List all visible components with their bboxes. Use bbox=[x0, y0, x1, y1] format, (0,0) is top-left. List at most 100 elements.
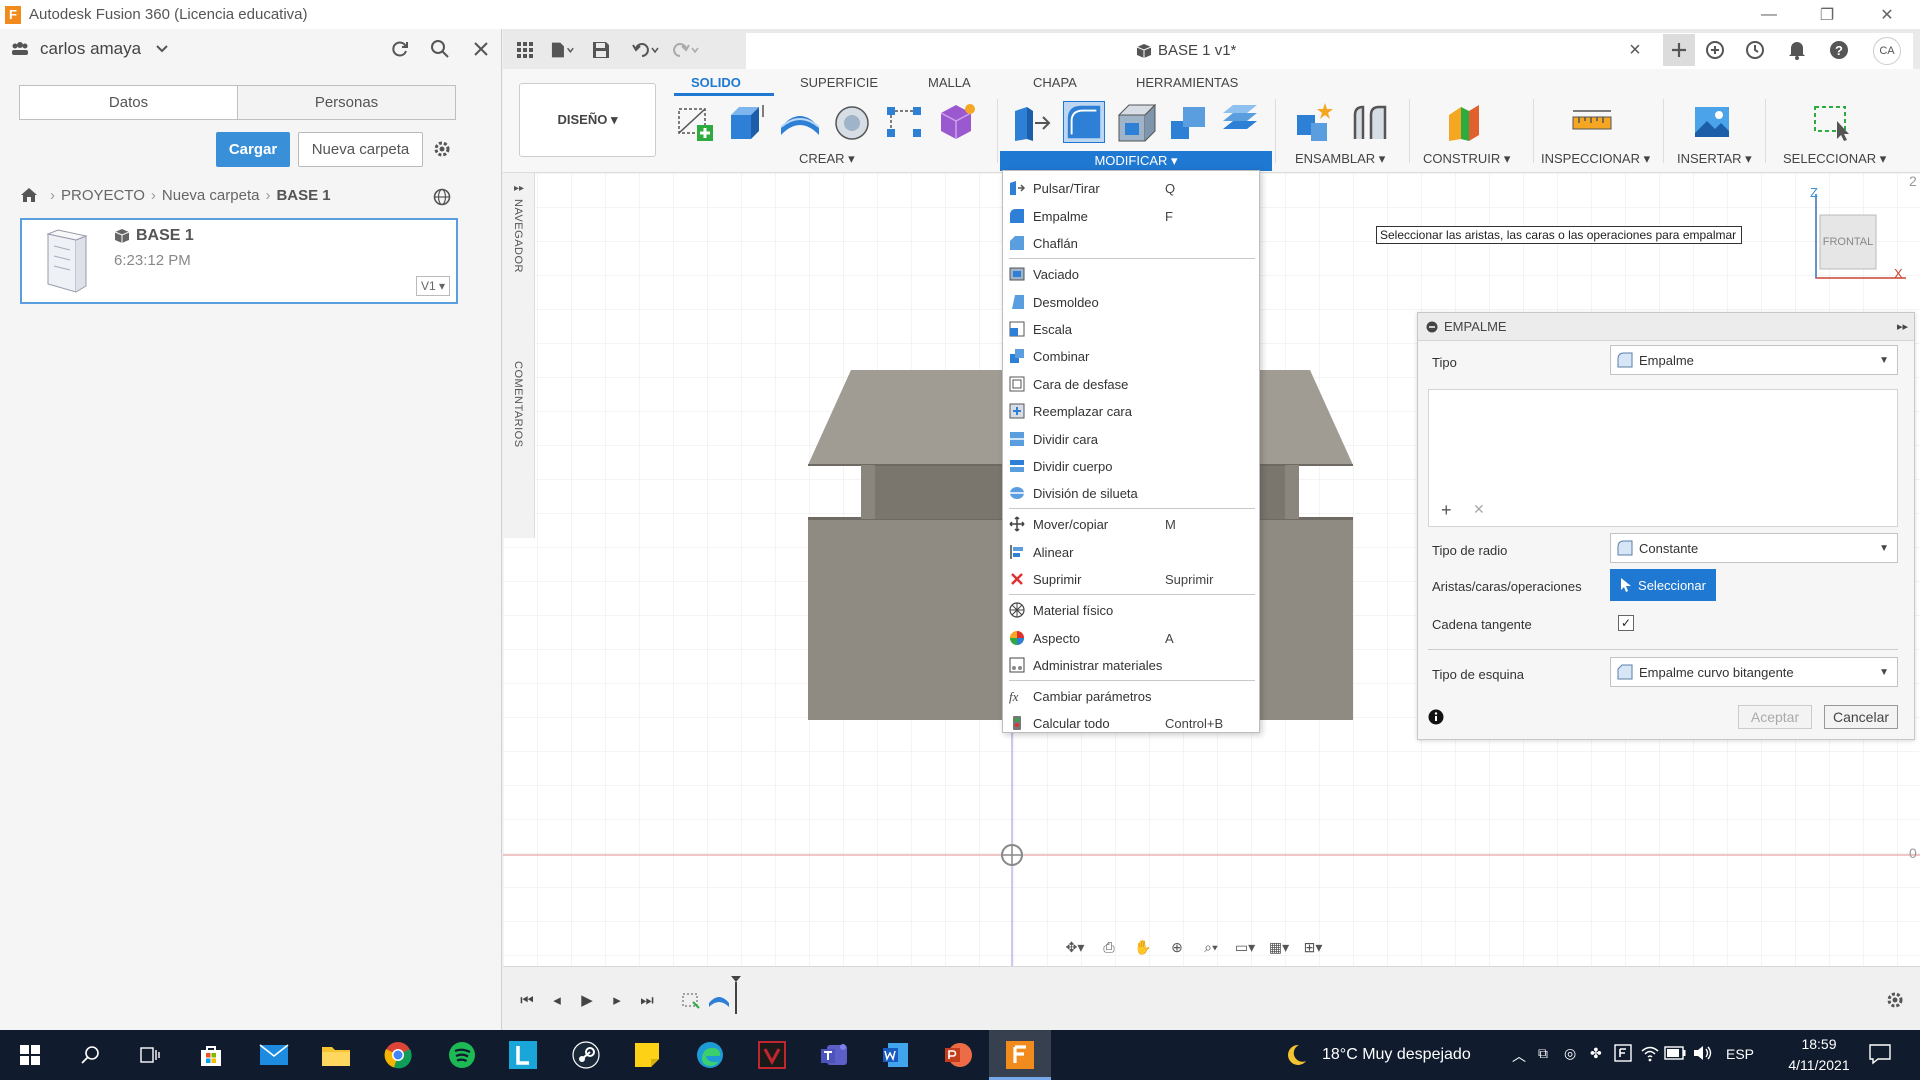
navigator-label[interactable]: NAVEGADOR bbox=[512, 199, 524, 273]
menu-item-silhouette-split[interactable]: División de silueta bbox=[1003, 480, 1259, 506]
insert-image-icon[interactable] bbox=[1691, 101, 1733, 143]
ok-button[interactable]: Aceptar bbox=[1738, 705, 1812, 729]
fillet-dialog-header[interactable]: EMPALME ▸▸ bbox=[1418, 313, 1914, 341]
menu-item-manage-materials[interactable]: Administrar materiales bbox=[1003, 652, 1259, 678]
file-menu-icon[interactable] bbox=[551, 39, 575, 61]
fit-icon[interactable]: ⌕▾ bbox=[1196, 936, 1226, 958]
display-settings-icon[interactable]: ▭▾ bbox=[1230, 936, 1260, 958]
file-card[interactable]: BASE 1 6:23:12 PM V1 ▾ bbox=[20, 218, 458, 304]
insert-group-label[interactable]: INSERTAR ▾ bbox=[1677, 151, 1752, 167]
pattern-icon[interactable] bbox=[883, 101, 925, 143]
menu-item-combine[interactable]: Combinar bbox=[1003, 343, 1259, 369]
powerpoint-icon[interactable] bbox=[940, 1037, 976, 1073]
vectorworks-icon[interactable] bbox=[754, 1037, 790, 1073]
minimize-icon[interactable]: — bbox=[1740, 0, 1798, 29]
step-back-icon[interactable]: ◂ bbox=[545, 989, 569, 1011]
type-select[interactable]: Empalme ▼ bbox=[1610, 345, 1898, 375]
shell-icon[interactable] bbox=[1115, 101, 1157, 143]
tray-fusion-icon[interactable] bbox=[1614, 1044, 1632, 1062]
menu-item-split-face[interactable]: Dividir cara bbox=[1003, 426, 1259, 452]
close-panel-icon[interactable] bbox=[469, 37, 493, 61]
menu-item-split-body[interactable]: Dividir cuerpo bbox=[1003, 453, 1259, 479]
create-group-label[interactable]: CREAR ▾ bbox=[799, 151, 855, 167]
go-to-end-icon[interactable]: ⏭ bbox=[635, 989, 659, 1011]
look-at-icon[interactable]: ⎙ bbox=[1094, 936, 1124, 958]
tab-surface[interactable]: SUPERFICIE bbox=[800, 75, 878, 90]
timeline-marker[interactable] bbox=[730, 975, 742, 1015]
sticky-notes-icon[interactable] bbox=[629, 1037, 665, 1073]
remove-icon[interactable]: ✕ bbox=[1473, 501, 1485, 518]
user-name[interactable]: carlos amaya bbox=[40, 39, 141, 59]
home-icon[interactable] bbox=[20, 187, 38, 203]
menu-item-draft[interactable]: Desmoldeo bbox=[1003, 289, 1259, 315]
weather-icon[interactable] bbox=[1283, 1042, 1309, 1068]
expand-dialog-icon[interactable]: ▸▸ bbox=[1897, 320, 1908, 333]
add-icon[interactable]: + bbox=[1441, 500, 1452, 521]
viewcube-face-label[interactable]: FRONTAL bbox=[1820, 236, 1876, 248]
teams-icon[interactable] bbox=[816, 1037, 852, 1073]
refresh-icon[interactable] bbox=[388, 37, 412, 61]
version-dropdown[interactable]: V1 ▾ bbox=[416, 276, 450, 296]
new-component-icon[interactable] bbox=[1293, 101, 1335, 143]
breadcrumb-folder[interactable]: Nueva carpeta bbox=[162, 187, 260, 204]
tab-mesh[interactable]: MALLA bbox=[928, 75, 971, 90]
measure-icon[interactable] bbox=[1571, 101, 1613, 143]
select-icon[interactable] bbox=[1811, 101, 1853, 143]
file-name[interactable]: BASE 1 bbox=[114, 227, 194, 245]
select-edges-button[interactable]: Seleccionar bbox=[1610, 569, 1716, 601]
restore-icon[interactable]: ❐ bbox=[1798, 0, 1856, 29]
comments-label[interactable]: COMENTARIOS bbox=[512, 361, 524, 448]
extensions-icon[interactable] bbox=[1703, 39, 1727, 61]
viewports-icon[interactable]: ⊞▾ bbox=[1298, 936, 1328, 958]
app-grid-icon[interactable] bbox=[513, 39, 537, 61]
clock-time[interactable]: 18:59 bbox=[1790, 1036, 1848, 1052]
document-tab-title[interactable]: BASE 1 v1* bbox=[1136, 42, 1236, 59]
radius-type-select[interactable]: Constante ▼ bbox=[1610, 533, 1898, 563]
tray-network-device-icon[interactable]: ⧉ bbox=[1538, 1045, 1548, 1062]
word-icon[interactable] bbox=[878, 1037, 914, 1073]
sweep-icon[interactable] bbox=[831, 101, 873, 143]
press-pull-icon[interactable] bbox=[1011, 101, 1053, 143]
combine-icon[interactable] bbox=[1167, 101, 1209, 143]
info-icon[interactable] bbox=[1428, 709, 1444, 725]
menu-item-align[interactable]: Alinear bbox=[1003, 539, 1259, 565]
tab-people[interactable]: Personas bbox=[237, 86, 455, 119]
timeline-settings-icon[interactable] bbox=[1883, 989, 1907, 1011]
file-explorer-icon[interactable] bbox=[318, 1037, 354, 1073]
grid-settings-icon[interactable]: ▦▾ bbox=[1264, 936, 1294, 958]
globe-icon[interactable] bbox=[430, 185, 454, 209]
cancel-button[interactable]: Cancelar bbox=[1824, 705, 1898, 729]
search-icon[interactable] bbox=[428, 37, 452, 61]
timeline-revolve-icon[interactable] bbox=[707, 989, 731, 1011]
weather-text[interactable]: 18°C Muy despejado bbox=[1322, 1046, 1471, 1064]
tab-solid[interactable]: SOLIDO bbox=[691, 75, 741, 90]
close-window-icon[interactable]: ✕ bbox=[1858, 0, 1916, 29]
menu-item-compute-all[interactable]: Calcular todo Control+B bbox=[1003, 710, 1259, 736]
joint-icon[interactable] bbox=[1349, 101, 1391, 143]
menu-item-delete[interactable]: Suprimir Suprimir bbox=[1003, 566, 1259, 592]
menu-item-move-copy[interactable]: Mover/copiar M bbox=[1003, 511, 1259, 537]
undo-icon[interactable] bbox=[629, 39, 665, 61]
play-icon[interactable]: ▶ bbox=[575, 989, 599, 1011]
mail-icon[interactable] bbox=[256, 1037, 292, 1073]
clock-date[interactable]: 4/11/2021 bbox=[1770, 1057, 1868, 1073]
tangent-chain-checkbox[interactable]: ✓ bbox=[1618, 615, 1634, 631]
navigator-strip[interactable]: ▸▸ NAVEGADOR COMENTARIOS bbox=[503, 173, 535, 538]
menu-item-physical-material[interactable]: Material físico bbox=[1003, 597, 1259, 623]
tab-tools[interactable]: HERRAMIENTAS bbox=[1136, 75, 1238, 90]
menu-item-appearance[interactable]: Aspecto A bbox=[1003, 625, 1259, 651]
edge-icon[interactable] bbox=[692, 1037, 728, 1073]
team-icon[interactable] bbox=[8, 37, 32, 61]
assemble-group-label[interactable]: ENSAMBLAR ▾ bbox=[1295, 151, 1385, 167]
fusion-taskbar-icon[interactable] bbox=[989, 1030, 1051, 1080]
extrude-icon[interactable] bbox=[725, 101, 767, 143]
menu-item-scale[interactable]: Escala bbox=[1003, 316, 1259, 342]
menu-item-fillet[interactable]: Empalme F bbox=[1003, 203, 1259, 229]
notification-bell-icon[interactable] bbox=[1785, 39, 1809, 61]
collapse-icon[interactable] bbox=[1426, 321, 1438, 333]
gear-icon[interactable] bbox=[430, 137, 454, 161]
menu-item-replace-face[interactable]: Reemplazar cara bbox=[1003, 398, 1259, 424]
zoom-icon[interactable]: ⊕ bbox=[1162, 936, 1192, 958]
modify-group-label[interactable]: MODIFICAR ▾ bbox=[1000, 151, 1272, 171]
help-icon[interactable]: ? bbox=[1827, 39, 1851, 61]
